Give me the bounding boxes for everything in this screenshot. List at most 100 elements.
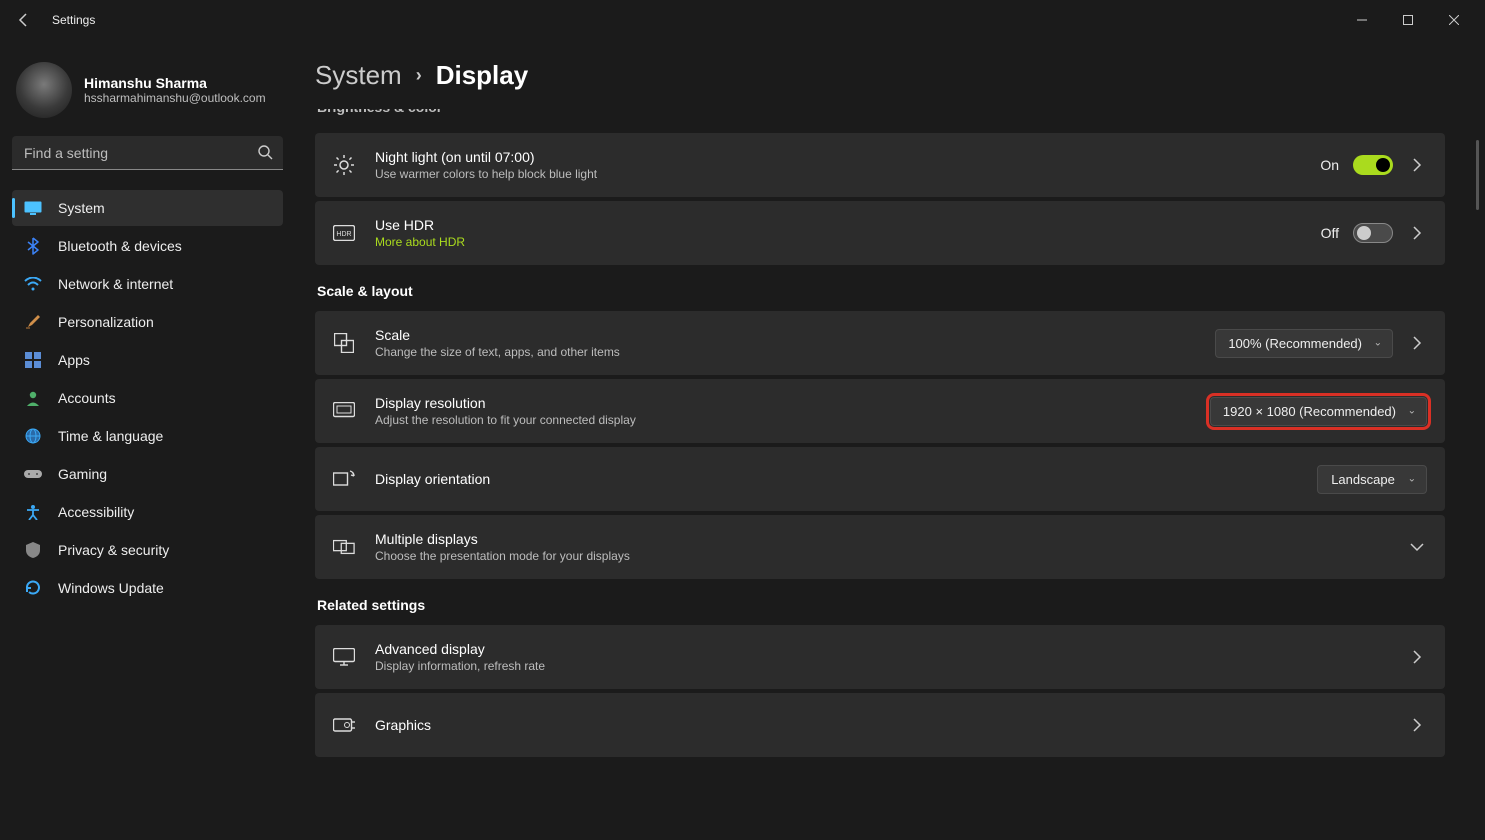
- back-button[interactable]: [8, 4, 40, 36]
- card-title: Use HDR: [375, 217, 1301, 233]
- nav-label: Accessibility: [58, 504, 134, 520]
- toggle-state-label: On: [1320, 157, 1339, 173]
- nav-apps[interactable]: Apps: [12, 342, 283, 378]
- titlebar: Settings: [0, 0, 1485, 40]
- profile-name: Himanshu Sharma: [84, 75, 266, 91]
- brush-icon: [24, 313, 42, 331]
- nav-gaming[interactable]: Gaming: [12, 456, 283, 492]
- resolution-icon: [333, 400, 355, 422]
- monitor-icon: [333, 646, 355, 668]
- minimize-button[interactable]: [1339, 4, 1385, 36]
- card-multiple-displays[interactable]: Multiple displays Choose the presentatio…: [315, 515, 1445, 579]
- card-subtitle: Display information, refresh rate: [375, 659, 1387, 673]
- nav-label: Gaming: [58, 466, 107, 482]
- globe-icon: [24, 427, 42, 445]
- card-night-light[interactable]: Night light (on until 07:00) Use warmer …: [315, 133, 1445, 197]
- multiple-displays-icon: [333, 536, 355, 558]
- toggle-state-label: Off: [1321, 225, 1339, 241]
- hdr-more-link[interactable]: More about HDR: [375, 235, 1301, 249]
- chevron-down-icon: ⌄: [1374, 338, 1382, 349]
- sidebar: Himanshu Sharma hssharmahimanshu@outlook…: [0, 40, 295, 840]
- nav-network[interactable]: Network & internet: [12, 266, 283, 302]
- content-area: System › Display Brightness & color Nigh…: [295, 40, 1485, 840]
- shield-icon: [24, 541, 42, 559]
- nav-accessibility[interactable]: Accessibility: [12, 494, 283, 530]
- card-graphics[interactable]: Graphics: [315, 693, 1445, 757]
- scale-icon: [333, 332, 355, 354]
- accessibility-icon: [24, 503, 42, 521]
- profile-email: hssharmahimanshu@outlook.com: [84, 91, 266, 105]
- breadcrumb-current: Display: [436, 60, 529, 91]
- wifi-icon: [24, 275, 42, 293]
- select-value: 1920 × 1080 (Recommended): [1223, 404, 1396, 419]
- card-title: Advanced display: [375, 641, 1387, 657]
- window-controls: [1339, 4, 1477, 36]
- nav-accounts[interactable]: Accounts: [12, 380, 283, 416]
- card-subtitle: Use warmer colors to help block blue lig…: [375, 167, 1300, 181]
- select-value: 100% (Recommended): [1228, 336, 1362, 351]
- card-advanced-display[interactable]: Advanced display Display information, re…: [315, 625, 1445, 689]
- expand-chevron-icon[interactable]: [1407, 155, 1427, 175]
- nav-personalization[interactable]: Personalization: [12, 304, 283, 340]
- chevron-right-icon: ›: [416, 65, 422, 86]
- card-title: Graphics: [375, 717, 1387, 733]
- breadcrumb-parent[interactable]: System: [315, 60, 402, 91]
- nav-label: Windows Update: [58, 580, 164, 596]
- hdr-toggle[interactable]: [1353, 223, 1393, 243]
- expand-chevron-icon[interactable]: [1407, 223, 1427, 243]
- nightlight-icon: [333, 154, 355, 176]
- section-scale-layout: Scale & layout: [317, 283, 1445, 299]
- expand-chevron-down-icon[interactable]: [1407, 537, 1427, 557]
- update-icon: [24, 579, 42, 597]
- system-icon: [24, 199, 42, 217]
- nav-windows-update[interactable]: Windows Update: [12, 570, 283, 606]
- nav-label: Time & language: [58, 428, 163, 444]
- card-title: Scale: [375, 327, 1195, 343]
- nav-label: Accounts: [58, 390, 116, 406]
- section-related-settings: Related settings: [317, 597, 1445, 613]
- search-icon: [257, 144, 273, 160]
- close-button[interactable]: [1431, 4, 1477, 36]
- svg-text:HDR: HDR: [336, 231, 351, 238]
- bluetooth-icon: [24, 237, 42, 255]
- nav-list: System Bluetooth & devices Network & int…: [12, 190, 283, 606]
- card-scale[interactable]: Scale Change the size of text, apps, and…: [315, 311, 1445, 375]
- nav-privacy[interactable]: Privacy & security: [12, 532, 283, 568]
- nav-time-language[interactable]: Time & language: [12, 418, 283, 454]
- nav-label: Bluetooth & devices: [58, 238, 182, 254]
- hdr-icon: HDR: [333, 222, 355, 244]
- select-value: Landscape: [1331, 472, 1395, 487]
- nav-system[interactable]: System: [12, 190, 283, 226]
- chevron-down-icon: ⌄: [1408, 406, 1416, 417]
- nav-label: Privacy & security: [58, 542, 169, 558]
- card-subtitle: Change the size of text, apps, and other…: [375, 345, 1195, 359]
- nav-bluetooth[interactable]: Bluetooth & devices: [12, 228, 283, 264]
- scrollbar[interactable]: [1476, 140, 1479, 210]
- graphics-icon: [333, 714, 355, 736]
- card-title: Night light (on until 07:00): [375, 149, 1300, 165]
- breadcrumb: System › Display: [315, 60, 1445, 91]
- person-icon: [24, 389, 42, 407]
- orientation-icon: [333, 468, 355, 490]
- search-input[interactable]: [12, 136, 283, 170]
- gamepad-icon: [24, 465, 42, 483]
- card-resolution[interactable]: Display resolution Adjust the resolution…: [315, 379, 1445, 443]
- card-subtitle: Choose the presentation mode for your di…: [375, 549, 1387, 563]
- profile-block[interactable]: Himanshu Sharma hssharmahimanshu@outlook…: [16, 62, 279, 118]
- card-subtitle: Adjust the resolution to fit your connec…: [375, 413, 1190, 427]
- orientation-select[interactable]: Landscape ⌄: [1317, 465, 1427, 494]
- card-orientation[interactable]: Display orientation Landscape ⌄: [315, 447, 1445, 511]
- avatar: [16, 62, 72, 118]
- night-light-toggle[interactable]: [1353, 155, 1393, 175]
- expand-chevron-icon[interactable]: [1407, 715, 1427, 735]
- nav-label: System: [58, 200, 105, 216]
- card-hdr[interactable]: HDR Use HDR More about HDR Off: [315, 201, 1445, 265]
- expand-chevron-icon[interactable]: [1407, 333, 1427, 353]
- nav-label: Apps: [58, 352, 90, 368]
- apps-icon: [24, 351, 42, 369]
- scale-select[interactable]: 100% (Recommended) ⌄: [1215, 329, 1393, 358]
- window-title: Settings: [52, 13, 95, 27]
- expand-chevron-icon[interactable]: [1407, 647, 1427, 667]
- maximize-button[interactable]: [1385, 4, 1431, 36]
- resolution-select[interactable]: 1920 × 1080 (Recommended) ⌄: [1210, 397, 1427, 426]
